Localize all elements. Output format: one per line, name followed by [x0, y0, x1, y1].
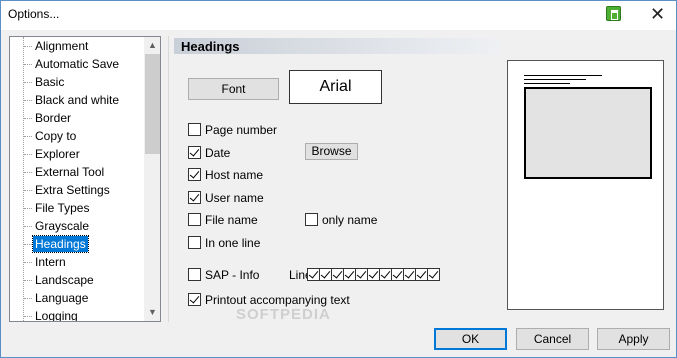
tree-connector	[24, 136, 32, 137]
sap-info-label: SAP - Info	[205, 268, 260, 282]
preview-header-line	[524, 79, 586, 80]
tree-connector	[24, 298, 32, 299]
font-button[interactable]: Font	[188, 78, 279, 100]
font-preview: Arial	[289, 70, 382, 104]
tree-item[interactable]: Language	[33, 290, 90, 306]
file-name-label: File name	[205, 213, 258, 227]
in-one-line-label: In one line	[205, 236, 261, 250]
ok-button[interactable]: OK	[434, 328, 507, 350]
tree-connector	[24, 280, 32, 281]
tree-connector	[24, 190, 32, 191]
tree-item[interactable]: Copy to	[33, 128, 78, 144]
page-number-checkbox[interactable]	[188, 123, 201, 136]
options-dialog: Options... ✕ Alignment Automatic Save Basi…	[0, 0, 677, 358]
sap-info-option[interactable]: SAP - Info Line:	[188, 268, 508, 284]
apply-button[interactable]: Apply	[597, 328, 670, 350]
dialog-footer: OK Cancel Apply	[1, 323, 676, 357]
preview-header-line	[524, 75, 602, 76]
tree-connector	[24, 154, 32, 155]
tree-connector	[24, 208, 32, 209]
printout-text-label: Printout accompanying text	[205, 293, 350, 307]
line-checkbox[interactable]	[427, 268, 440, 281]
sap-info-checkbox[interactable]	[188, 268, 201, 281]
date-label: Date	[205, 146, 231, 160]
watermark: SOFTPEDIA	[236, 306, 331, 323]
printout-text-checkbox[interactable]	[188, 293, 201, 306]
only-name-checkbox[interactable]	[305, 213, 318, 226]
host-name-checkbox[interactable]	[188, 168, 201, 181]
chevron-down-icon[interactable]: ▼	[144, 304, 160, 321]
tree-item[interactable]: Black and white	[33, 92, 121, 108]
in-one-line-checkbox[interactable]	[188, 236, 201, 249]
tree-item[interactable]: Logging	[33, 308, 80, 321]
tree-item[interactable]: Headings	[32, 235, 89, 253]
printer-icon	[606, 6, 621, 21]
tree-connector	[24, 64, 32, 65]
tree-connector	[24, 82, 32, 83]
tree-item[interactable]: Landscape	[33, 272, 96, 288]
close-button[interactable]: ✕	[639, 1, 676, 29]
preview-content-area	[524, 87, 652, 179]
only-name-label: only name	[322, 213, 378, 227]
page-number-label: Page number	[205, 123, 278, 137]
chevron-up-icon[interactable]: ▲	[144, 37, 160, 54]
cancel-button[interactable]: Cancel	[516, 328, 589, 350]
tree-item[interactable]: Grayscale	[33, 218, 91, 234]
tree-item[interactable]: Basic	[33, 74, 66, 90]
settings-panel: Headings Font Arial Page number Date Bro…	[168, 36, 670, 322]
tree-connector	[24, 100, 32, 101]
user-name-label: User name	[205, 191, 264, 205]
section-title: Headings	[181, 39, 240, 54]
tree-item[interactable]: Explorer	[33, 146, 82, 162]
tree-connector	[24, 172, 32, 173]
section-header: Headings	[174, 38, 500, 54]
host-name-label: Host name	[205, 168, 264, 182]
tree-item[interactable]: Intern	[33, 254, 68, 270]
date-checkbox[interactable]	[188, 146, 201, 159]
preview-header-line	[524, 83, 570, 84]
tree-item[interactable]: Extra Settings	[33, 182, 112, 198]
page-preview	[507, 60, 664, 310]
tree-item[interactable]: Automatic Save	[33, 56, 121, 72]
tree-connector	[24, 316, 32, 317]
tree-item[interactable]: Border	[33, 110, 73, 126]
tree-item[interactable]: External Tool	[33, 164, 106, 180]
options-tree: Alignment Automatic Save Basic Black and wh…	[9, 36, 161, 322]
title-bar: Options... ✕	[1, 1, 676, 30]
tree-connector	[24, 118, 32, 119]
browse-button[interactable]: Browse	[305, 143, 358, 160]
user-name-checkbox[interactable]	[188, 191, 201, 204]
tree-item[interactable]: File Types	[33, 200, 91, 216]
tree-connector	[24, 46, 32, 47]
tree-scrollbar[interactable]: ▲ ▼	[144, 37, 160, 321]
file-name-checkbox[interactable]	[188, 213, 201, 226]
tree-connector	[24, 244, 32, 245]
scroll-thumb[interactable]	[145, 54, 160, 154]
tree-connector	[24, 226, 32, 227]
window-title: Options...	[8, 7, 60, 21]
tree-connector	[24, 262, 32, 263]
tree-item[interactable]: Alignment	[33, 38, 90, 54]
